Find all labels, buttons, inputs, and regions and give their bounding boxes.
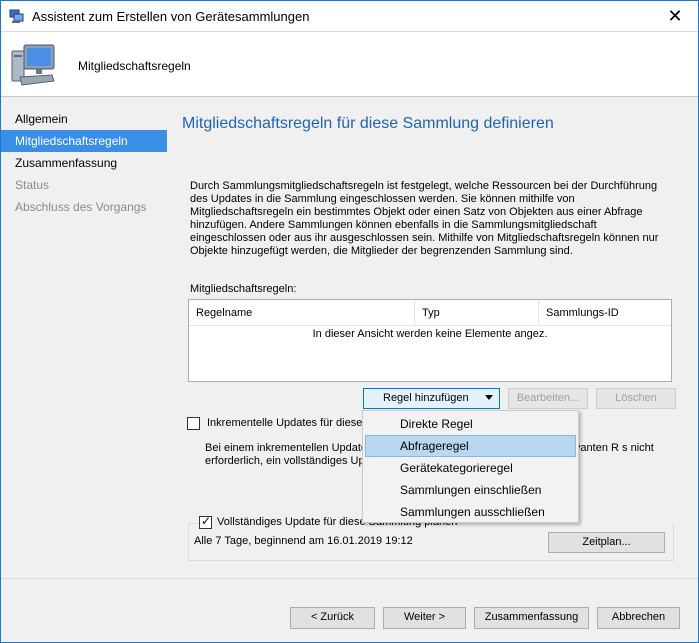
step-general[interactable]: Allgemein (1, 108, 167, 130)
window-title: Assistent zum Erstellen von Gerätesammlu… (32, 9, 310, 24)
listview-header: Regelname Typ Sammlungs-ID (189, 300, 671, 326)
page-title: Mitgliedschaftsregeln für diese Sammlung… (182, 115, 554, 132)
wizard-window: Assistent zum Erstellen von Gerätesammlu… (0, 0, 699, 643)
close-icon: ✕ (667, 5, 683, 26)
computer-icon (11, 44, 55, 86)
menu-item-query-rule[interactable]: Abfrageregel (365, 435, 576, 457)
group-border-top (188, 523, 198, 524)
incremental-updates-checkbox[interactable] (187, 417, 200, 430)
add-rule-button[interactable]: Regel hinzufügen (363, 388, 500, 409)
wizard-steps: Allgemein Mitgliedschaftsregeln Zusammen… (1, 108, 167, 218)
rules-listview[interactable]: Regelname Typ Sammlungs-ID In dieser Ans… (188, 299, 672, 382)
checkmark-icon: ✓ (201, 514, 212, 528)
step-completion: Abschluss des Vorgangs (15, 200, 147, 214)
description-text: Durch Sammlungsmitgliedschaftsregeln ist… (190, 180, 659, 257)
step-membership-rules[interactable]: Mitgliedschaftsregeln (1, 130, 167, 152)
summary-button[interactable]: Zusammenfassung (474, 607, 589, 629)
header-title: Mitgliedschaftsregeln (78, 59, 191, 73)
wizard-header: Mitgliedschaftsregeln (1, 32, 698, 97)
next-button[interactable]: Weiter > (383, 607, 466, 629)
footer-divider (1, 578, 698, 579)
close-button[interactable]: ✕ (652, 1, 698, 31)
column-type[interactable]: Typ (415, 300, 539, 326)
add-rule-dropdown-menu: Direkte Regel Abfrageregel Gerätekategor… (362, 410, 579, 523)
column-rule-name[interactable]: Regelname (189, 300, 415, 326)
step-status: Status (15, 178, 50, 192)
cancel-button[interactable]: Abbrechen (597, 607, 680, 629)
menu-item-direct-rule[interactable]: Direkte Regel (365, 413, 576, 435)
incremental-updates-label: Inkrementelle Updates für diese S (207, 417, 373, 429)
rules-label: Mitgliedschaftsregeln: (190, 283, 297, 295)
edit-button: Bearbeiten... (508, 388, 588, 409)
schedule-text: Alle 7 Tage, beginnend am 16.01.2019 19:… (194, 535, 413, 547)
schedule-button[interactable]: Zeitplan... (548, 532, 665, 553)
full-update-checkbox[interactable]: ✓ (199, 514, 212, 529)
step-summary[interactable]: Zusammenfassung (1, 152, 167, 174)
menu-item-device-category-rule[interactable]: Gerätekategorieregel (365, 457, 576, 479)
delete-button: Löschen (596, 388, 676, 409)
menu-item-include-collections[interactable]: Sammlungen einschließen (365, 479, 576, 501)
title-bar: Assistent zum Erstellen von Gerätesammlu… (1, 1, 698, 32)
empty-list-text: In dieser Ansicht werden keine Elemente … (312, 328, 548, 340)
app-icon (9, 9, 24, 23)
add-rule-label: Regel hinzufügen (383, 392, 469, 404)
chevron-down-icon (485, 395, 493, 400)
back-button[interactable]: < Zurück (290, 607, 375, 629)
menu-item-exclude-collections[interactable]: Sammlungen ausschließen (365, 501, 576, 523)
column-collection-id[interactable]: Sammlungs-ID (539, 300, 671, 326)
